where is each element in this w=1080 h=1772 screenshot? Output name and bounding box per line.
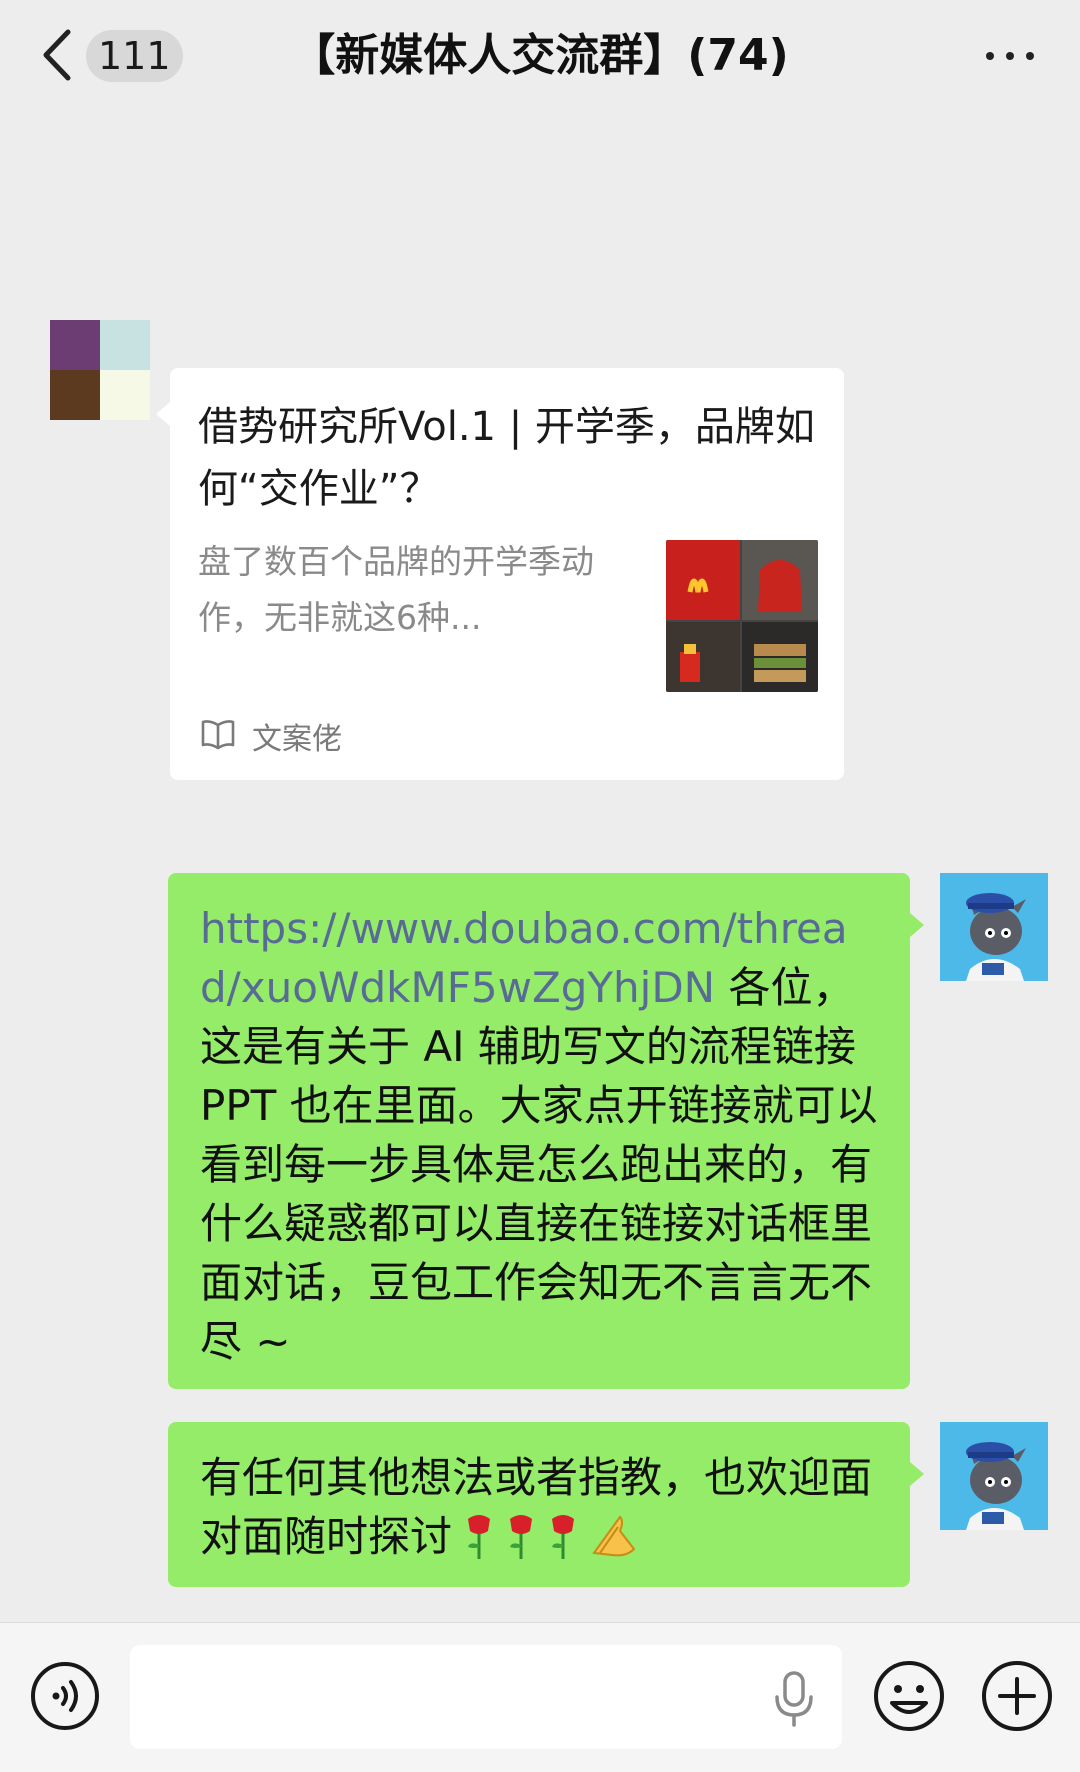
unread-count-badge[interactable]: 111 (86, 30, 183, 82)
back-arrow-icon[interactable] (40, 26, 74, 84)
rose-emoji (464, 1513, 494, 1559)
book-icon (200, 718, 236, 754)
message-text: 各位，这是有关于 AI 辅助写文的流程链接 PPT 也在里面。大家点开链接就可以… (200, 963, 878, 1366)
voice-icon[interactable] (30, 1661, 100, 1731)
message-input[interactable] (130, 1645, 842, 1749)
card-source-name: 文案佬 (252, 722, 342, 757)
pray-emoji (590, 1513, 640, 1559)
sender-avatar[interactable] (50, 320, 150, 420)
card-source: 文案佬 (200, 716, 342, 757)
emoji-icon[interactable] (872, 1659, 946, 1733)
article-thumbnail (666, 540, 818, 692)
input-bar (0, 1622, 1080, 1772)
chat-title: 【新媒体人交流群】(74) (291, 30, 789, 81)
chat-header: 111 【新媒体人交流群】(74) (0, 0, 1080, 112)
rose-emoji (506, 1513, 536, 1559)
card-description: 盘了数百个品牌的开学季动作，无非就这6种... (198, 542, 594, 637)
mic-icon[interactable] (772, 1671, 816, 1727)
article-link-card[interactable]: 借势研究所Vol.1 | 开学季，品牌如何“交作业”？ 盘了数百个品牌的开学季动… (156, 368, 844, 780)
my-avatar[interactable] (940, 1422, 1048, 1530)
plus-icon[interactable] (980, 1659, 1054, 1733)
message-bubble[interactable]: https://www.doubao.com/thread/xuoWdkMF5w… (168, 873, 924, 1389)
message-bubble[interactable]: 有任何其他想法或者指教，也欢迎面对面随时探讨 (168, 1422, 924, 1587)
rose-emoji (548, 1513, 578, 1559)
more-icon[interactable] (982, 40, 1038, 70)
my-avatar[interactable] (940, 873, 1048, 981)
card-title: 借势研究所Vol.1 | 开学季，品牌如何“交作业”？ (198, 404, 815, 512)
